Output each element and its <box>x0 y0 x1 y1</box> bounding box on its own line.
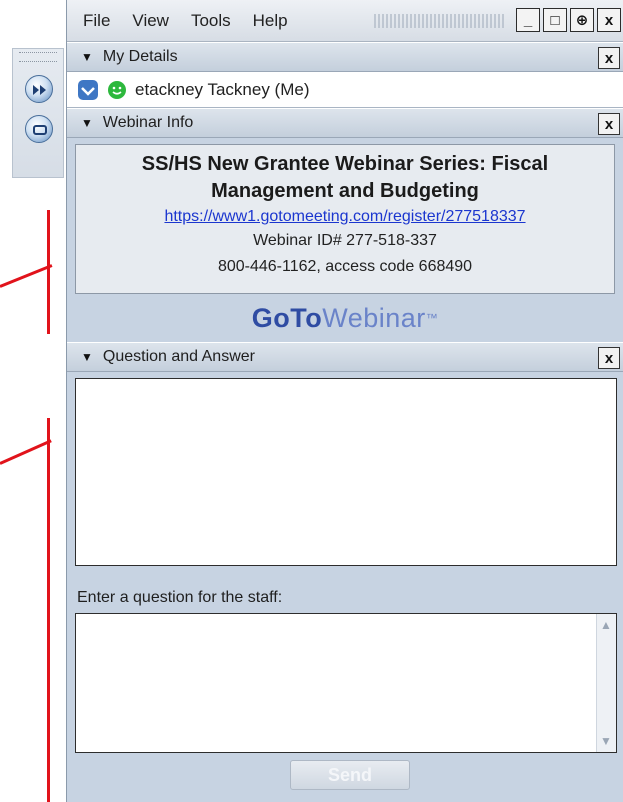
minimize-button[interactable]: _ <box>516 8 540 32</box>
my-details-close-button[interactable]: x <box>598 47 620 69</box>
annotation-line-2-vertical <box>47 418 50 802</box>
webinar-title-line-2: Management and Budgeting <box>211 180 479 202</box>
strip-grip[interactable] <box>19 52 57 62</box>
qa-log[interactable] <box>75 378 617 566</box>
annotation-line-2-diagonal <box>0 439 52 465</box>
pin-button[interactable]: ⊕ <box>570 8 594 32</box>
smiley-icon <box>108 80 126 99</box>
mini-control-strip <box>12 48 64 178</box>
phone-access-code: 800-446-1162, access code 668490 <box>217 258 473 275</box>
webinar-info-title: Webinar Info <box>102 114 194 131</box>
attendee-row: etackney Tackney (Me) <box>67 72 623 108</box>
attendee-status-icon <box>78 79 98 100</box>
annotation-line-1-diagonal <box>0 264 53 288</box>
menu-file[interactable]: File <box>83 11 110 31</box>
question-input-wrapper: ▲ ▼ <box>75 613 617 753</box>
expand-panel-button[interactable] <box>25 75 53 103</box>
screen-icon <box>33 125 47 135</box>
menu-drag-grip[interactable] <box>374 14 504 28</box>
close-window-button[interactable]: x <box>597 8 621 32</box>
qa-close-button[interactable]: x <box>598 347 620 369</box>
webinar-register-link[interactable]: https://www1.gotomeeting.com/register/27… <box>76 205 614 228</box>
gotowebinar-logo: GoTo Webinar ™ <box>67 294 623 342</box>
logo-goto: GoTo <box>251 302 323 333</box>
collapse-caret-icon: ▼ <box>81 350 93 364</box>
question-scrollbar[interactable]: ▲ ▼ <box>596 614 616 752</box>
webinar-info-box: SS/HS New Grantee Webinar Series: Fiscal… <box>75 144 615 294</box>
attendee-name: etackney Tackney (Me) <box>135 79 310 99</box>
webinar-info-header[interactable]: ▼ Webinar Info x <box>67 108 623 138</box>
window-controls: _ □ ⊕ x <box>516 8 621 32</box>
menu-tools[interactable]: Tools <box>191 11 231 31</box>
menu-help[interactable]: Help <box>253 11 288 31</box>
menu-bar: File View Tools Help _ □ ⊕ x <box>67 0 623 42</box>
qa-header[interactable]: ▼ Question and Answer x <box>67 342 623 372</box>
webinar-info-close-button[interactable]: x <box>598 113 620 135</box>
send-button[interactable]: Send <box>290 760 410 790</box>
collapse-caret-icon: ▼ <box>81 116 93 130</box>
webinar-title-line-1: SS/HS New Grantee Webinar Series: Fiscal <box>141 153 549 175</box>
my-details-title: My Details <box>102 48 178 65</box>
my-details-header[interactable]: ▼ My Details x <box>67 42 623 72</box>
menu-view[interactable]: View <box>132 11 169 31</box>
annotation-line-1-vertical <box>47 210 50 334</box>
double-arrow-right-icon <box>33 85 46 95</box>
gotowebinar-panel: File View Tools Help _ □ ⊕ x ▼ My Detail… <box>66 0 623 802</box>
screen-button[interactable] <box>25 115 53 143</box>
scroll-down-icon[interactable]: ▼ <box>600 734 612 748</box>
scroll-up-icon[interactable]: ▲ <box>600 618 612 632</box>
qa-title: Question and Answer <box>102 348 255 365</box>
logo-trademark: ™ <box>425 311 439 325</box>
qa-prompt-label: Enter a question for the staff: <box>77 589 283 606</box>
question-input[interactable] <box>76 614 616 752</box>
screenshot-canvas: to File View Tools Help _ □ ⊕ x ▼ My Det… <box>0 0 623 802</box>
maximize-button[interactable]: □ <box>543 8 567 32</box>
collapse-caret-icon: ▼ <box>81 50 93 64</box>
webinar-id: Webinar ID# 277-518-337 <box>253 232 437 249</box>
logo-webinar: Webinar <box>322 302 426 333</box>
